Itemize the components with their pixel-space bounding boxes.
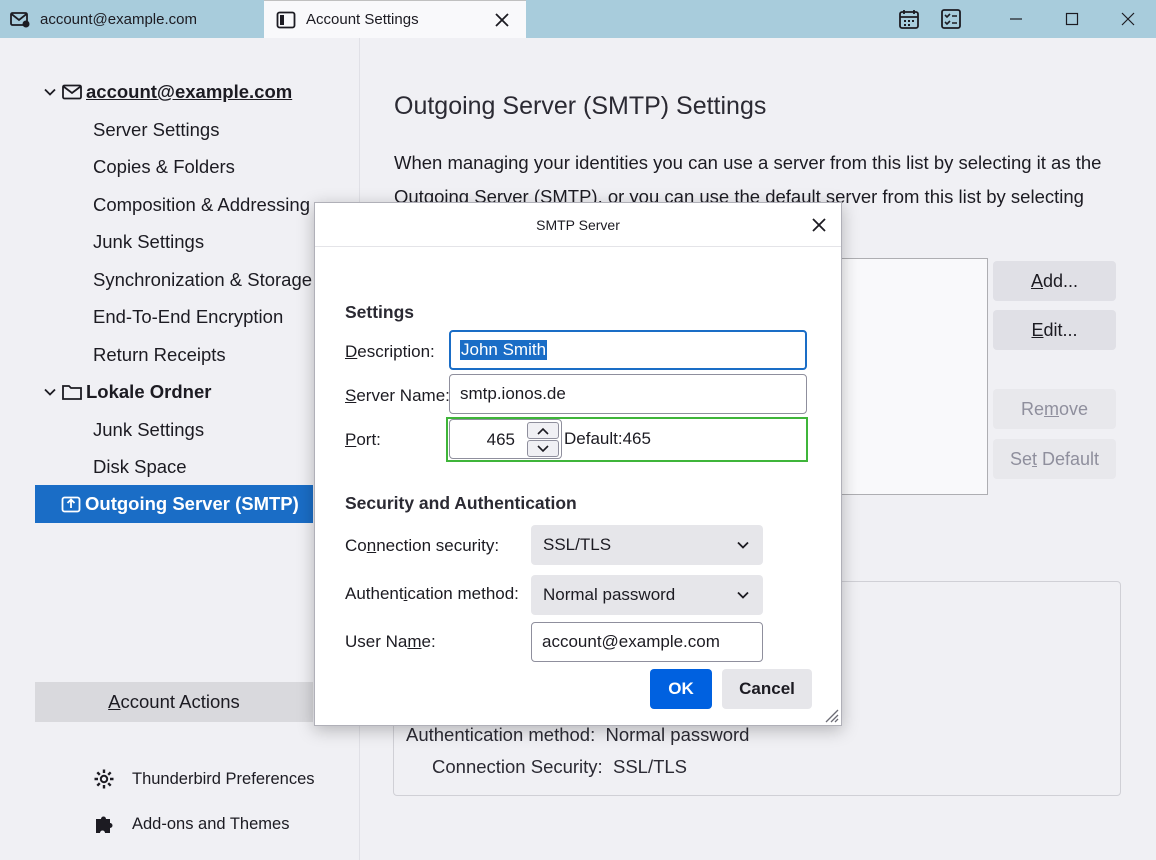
maximize-button[interactable]	[1044, 0, 1100, 38]
preferences-label: Thunderbird Preferences	[132, 769, 315, 788]
dialog-title: SMTP Server	[315, 203, 841, 247]
addons-themes-link[interactable]: Add-ons and Themes	[92, 809, 289, 839]
tab-bar: account@example.com Account Settings	[0, 0, 1156, 38]
tab-mail[interactable]: account@example.com	[0, 0, 262, 38]
security-heading: Security and Authentication	[345, 493, 577, 513]
sidebar-item-label: Junk Settings	[93, 419, 205, 440]
account-actions-button[interactable]: Account Actions	[35, 682, 313, 722]
sidebar-item-label: Return Receipts	[93, 344, 226, 365]
outgoing-server-icon	[61, 493, 83, 515]
connection-security-label: Connection security:	[345, 536, 500, 555]
sidebar-item-label: Server Settings	[93, 119, 220, 140]
description-value: John Smith	[460, 340, 548, 360]
sidebar-item-label: Outgoing Server (SMTP)	[85, 493, 299, 514]
smtp-server-list[interactable]	[830, 258, 988, 495]
user-name-input[interactable]: account@example.com	[531, 622, 763, 662]
account-actions-label: Account Actions	[108, 691, 240, 712]
auth-method-label: Authentication method:	[345, 584, 519, 603]
mail-account-icon	[62, 82, 84, 102]
add-server-button[interactable]: Add...	[993, 261, 1116, 301]
description-label: Description:	[345, 342, 435, 361]
server-name-label: Server Name:	[345, 386, 450, 405]
sidebar-item-label: End-To-End Encryption	[93, 306, 284, 327]
chevron-down-icon	[735, 587, 751, 603]
settings-tab-icon	[276, 10, 296, 30]
tree-account-row[interactable]: account@example.com	[42, 74, 292, 110]
edit-server-button[interactable]: Edit...	[993, 310, 1116, 350]
port-label: Port:	[345, 430, 381, 449]
sidebar-item-synchronization[interactable]: Synchronization & Storage	[93, 262, 312, 298]
port-increment-icon[interactable]	[527, 422, 559, 439]
sidebar-item-local-junk[interactable]: Junk Settings	[93, 412, 204, 448]
cancel-button[interactable]: Cancel	[722, 669, 812, 709]
gear-icon	[92, 767, 116, 791]
sidebar-item-server-settings[interactable]: Server Settings	[93, 112, 219, 148]
port-value: 465	[486, 430, 515, 449]
dialog-title-text: SMTP Server	[536, 216, 620, 233]
auth-method-select[interactable]: Normal password	[531, 575, 763, 615]
sidebar-item-label: Copies & Folders	[93, 156, 235, 177]
close-icon[interactable]	[809, 215, 829, 235]
addons-label: Add-ons and Themes	[132, 814, 290, 833]
server-name-input[interactable]: smtp.ionos.de	[449, 374, 807, 414]
smtp-server-dialog: SMTP Server Settings Description: John S…	[314, 202, 842, 726]
sidebar-item-outgoing-server[interactable]: Outgoing Server (SMTP)	[35, 485, 313, 523]
calendar-icon[interactable]	[898, 8, 920, 30]
chevron-down-icon	[735, 537, 751, 553]
puzzle-icon	[92, 812, 116, 836]
account-label: account@example.com	[86, 81, 293, 102]
user-name-value: account@example.com	[542, 632, 720, 651]
local-folders-label: Lokale Ordner	[86, 381, 212, 402]
chevron-down-icon[interactable]	[42, 84, 58, 100]
page-title: Outgoing Server (SMTP) Settings	[394, 92, 767, 120]
close-window-button[interactable]	[1100, 0, 1156, 38]
sidebar-item-label: Junk Settings	[93, 231, 205, 252]
sidebar-item-junk-settings[interactable]: Junk Settings	[93, 224, 204, 260]
thunderbird-preferences-link[interactable]: Thunderbird Preferences	[92, 764, 315, 794]
close-tab-icon[interactable]	[492, 10, 512, 30]
mail-icon	[10, 9, 30, 29]
ok-button[interactable]: OK	[650, 669, 712, 709]
detail-auth-method: Authentication method: Normal password	[406, 724, 750, 745]
folder-icon	[62, 382, 84, 402]
tab-mail-label: account@example.com	[40, 10, 197, 28]
sidebar-item-label: Disk Space	[93, 456, 187, 477]
auth-method-value: Normal password	[543, 585, 676, 604]
tree-local-folders-row[interactable]: Lokale Ordner	[42, 374, 211, 410]
sidebar-item-disk-space[interactable]: Disk Space	[93, 449, 187, 485]
description-input[interactable]: John Smith	[449, 330, 807, 370]
sidebar-item-label: Composition & Addressing	[93, 194, 310, 215]
sidebar-item-return-receipts[interactable]: Return Receipts	[93, 337, 226, 373]
set-default-button[interactable]: Set Default	[993, 439, 1116, 479]
settings-heading: Settings	[345, 302, 415, 322]
sidebar-item-copies-folders[interactable]: Copies & Folders	[93, 149, 235, 185]
chevron-down-icon[interactable]	[42, 384, 58, 400]
account-tree-sidebar: account@example.com Server Settings Copi…	[0, 38, 360, 860]
tasks-icon[interactable]	[940, 8, 962, 30]
sidebar-item-composition[interactable]: Composition & Addressing	[93, 187, 310, 223]
server-name-value: smtp.ionos.de	[460, 384, 566, 403]
port-decrement-icon[interactable]	[527, 440, 559, 457]
tab-account-settings[interactable]: Account Settings	[264, 0, 526, 38]
sidebar-item-label: Synchronization & Storage	[93, 269, 313, 290]
port-default-label: Default:465	[564, 429, 651, 448]
connection-security-value: SSL/TLS	[543, 535, 612, 554]
minimize-button[interactable]	[988, 0, 1044, 38]
user-name-label: User Name:	[345, 632, 436, 651]
connection-security-select[interactable]: SSL/TLS	[531, 525, 763, 565]
resize-grip-icon[interactable]	[821, 705, 839, 723]
remove-server-button[interactable]: Remove	[993, 389, 1116, 429]
sidebar-item-e2e-encryption[interactable]: End-To-End Encryption	[93, 299, 283, 335]
port-stepper[interactable]: 465	[449, 419, 562, 459]
detail-connection-security: Connection Security: SSL/TLS	[432, 756, 688, 777]
tab-account-settings-label: Account Settings	[306, 11, 419, 28]
